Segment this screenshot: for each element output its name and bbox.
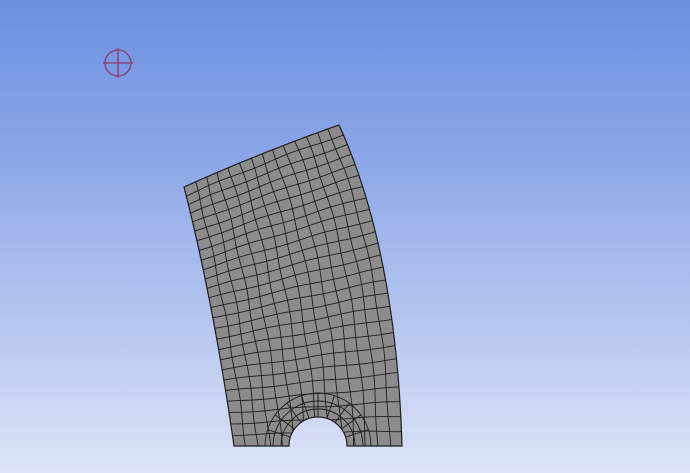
- graphics-viewport[interactable]: [0, 0, 690, 473]
- mesh-scene[interactable]: [0, 0, 690, 473]
- crosshair-circle-icon[interactable]: [103, 48, 133, 78]
- mesh-body[interactable]: [183, 124, 403, 447]
